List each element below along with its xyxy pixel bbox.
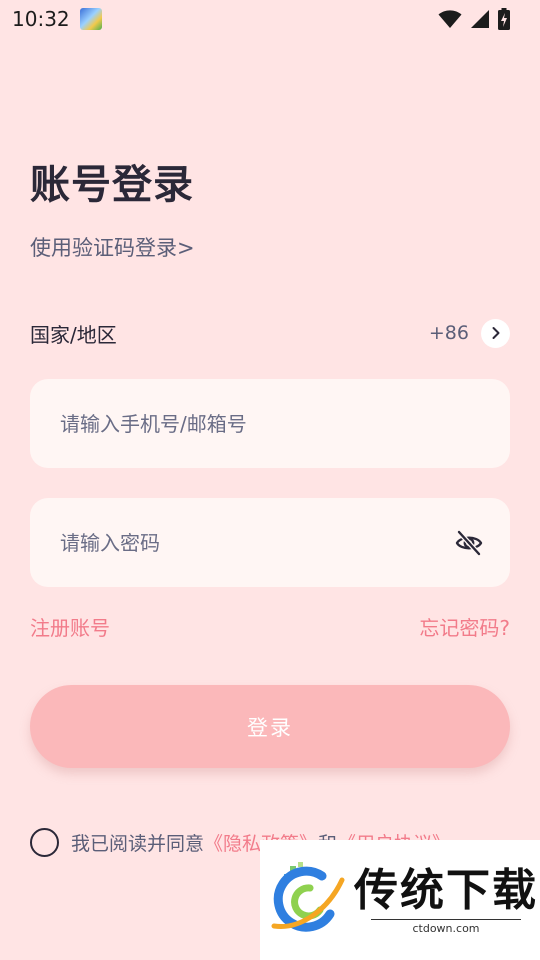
- wifi-icon: [438, 10, 462, 28]
- password-field-container: [30, 498, 510, 587]
- watermark-logo-icon: [271, 862, 345, 932]
- page-title: 账号登录: [30, 162, 194, 208]
- region-selector[interactable]: 国家/地区 +86: [30, 316, 510, 350]
- watermark-title: 传统下载: [354, 865, 538, 916]
- region-right[interactable]: +86: [428, 318, 510, 348]
- battery-charging-icon: [498, 8, 510, 30]
- region-code: +86: [428, 322, 469, 344]
- status-time: 10:32: [12, 7, 70, 31]
- watermark-text-block: 传统下载 ctdown.com: [354, 865, 538, 935]
- watermark-url: ctdown.com: [371, 919, 521, 935]
- auth-links-row: 注册账号 忘记密码?: [30, 612, 510, 641]
- phone-field-container: [30, 379, 510, 468]
- eye-off-icon[interactable]: [454, 528, 484, 558]
- password-input[interactable]: [60, 530, 454, 555]
- status-left: 10:32: [12, 7, 102, 31]
- forgot-password-link[interactable]: 忘记密码?: [419, 612, 510, 641]
- agreement-prefix: 我已阅读并同意: [71, 833, 205, 855]
- status-right: [438, 8, 510, 30]
- watermark-overlay: 传统下载 ctdown.com: [260, 840, 540, 960]
- region-label: 国家/地区: [30, 322, 117, 347]
- signal-icon: [471, 10, 489, 28]
- chevron-right-icon[interactable]: [481, 318, 510, 348]
- code-login-link[interactable]: 使用验证码登录>: [30, 232, 195, 262]
- agreement-radio[interactable]: [30, 828, 59, 857]
- register-link[interactable]: 注册账号: [30, 612, 110, 641]
- status-bar: 10:32: [0, 0, 540, 38]
- phone-email-input[interactable]: [60, 411, 484, 436]
- login-button[interactable]: 登录: [30, 685, 510, 768]
- notification-image-icon: [79, 8, 102, 30]
